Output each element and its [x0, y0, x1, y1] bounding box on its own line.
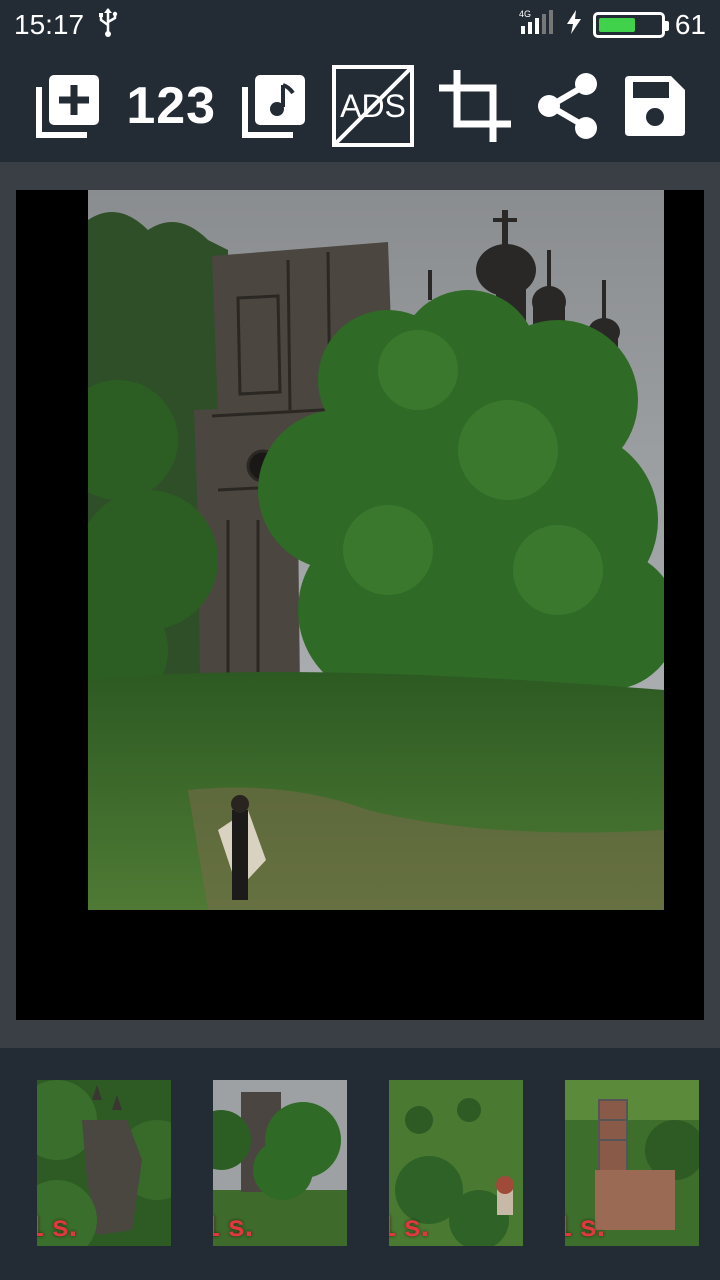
battery-icon	[592, 12, 669, 38]
editor-area	[0, 162, 720, 1048]
slide-duration: 1 s.	[37, 1210, 78, 1243]
slide-thumbnail[interactable]: 1 s.	[37, 1080, 171, 1246]
preview-image	[88, 190, 664, 910]
preview-canvas[interactable]	[16, 190, 704, 1020]
add-music-button[interactable]	[239, 71, 309, 141]
slide-thumbnail[interactable]: 1 s.	[565, 1080, 699, 1246]
slide-thumbnail[interactable]: 1 s.	[213, 1080, 347, 1246]
save-icon	[624, 76, 685, 136]
remove-ads-button[interactable]: ADS	[331, 65, 414, 147]
clock: 15:17	[14, 9, 85, 40]
share-icon	[537, 73, 597, 139]
slide-duration: 1 s.	[213, 1210, 254, 1243]
no-ads-icon: ADS	[331, 65, 414, 147]
slide-duration: 1 s.	[389, 1210, 430, 1243]
share-button[interactable]	[536, 71, 600, 141]
save-button[interactable]	[623, 74, 687, 138]
editor-toolbar: 123 ADS	[0, 50, 720, 162]
network-type-label: 4G	[519, 9, 531, 19]
cell-signal-icon: 4G	[519, 8, 555, 43]
charging-icon	[565, 9, 583, 42]
slide-strip: 1 s. 1 s. 1 s.	[0, 1048, 720, 1280]
battery-fill	[598, 18, 636, 32]
add-image-button[interactable]	[33, 71, 103, 141]
status-bar: 15:17 4G 61	[0, 0, 720, 50]
music-icon	[241, 75, 305, 138]
crop-button[interactable]	[437, 68, 513, 144]
usb-icon	[84, 7, 120, 44]
numbering-button[interactable]: 123	[126, 76, 216, 136]
slide-duration: 1 s.	[565, 1210, 606, 1243]
battery-percent: 61	[674, 9, 706, 40]
add-image-icon	[36, 75, 100, 138]
slide-thumbnail[interactable]: 1 s.	[389, 1080, 523, 1246]
crop-icon	[438, 70, 511, 142]
